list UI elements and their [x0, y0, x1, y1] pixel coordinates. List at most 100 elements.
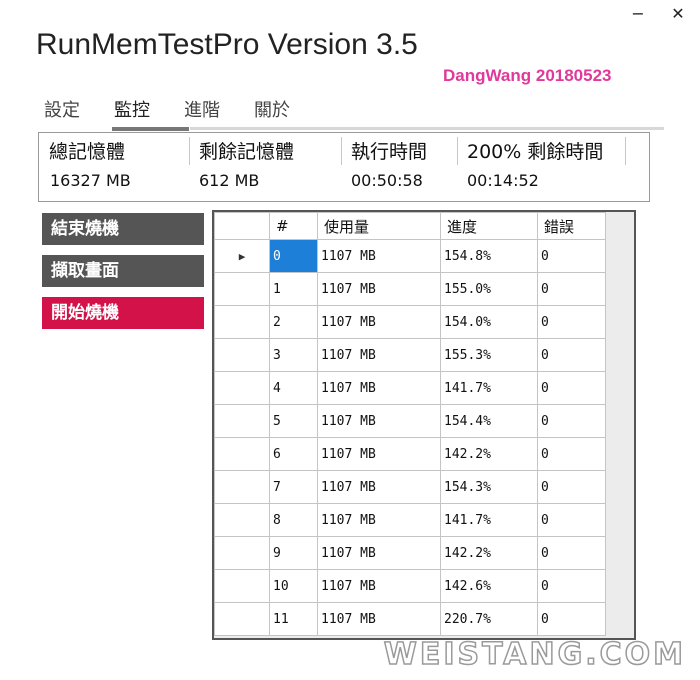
stats-panel: 總記憶體 16327 MB 剩餘記憶體 612 MB 執行時間 00:50:58… — [38, 132, 650, 202]
stat-separator — [341, 137, 342, 165]
cell-id[interactable]: 8 — [269, 503, 318, 537]
column-header-usage[interactable]: 使用量 — [317, 212, 441, 240]
app-window: − ✕ RunMemTestPro Version 3.5 DangWang 2… — [0, 0, 700, 680]
row-header[interactable] — [214, 602, 270, 636]
cell-id[interactable]: 7 — [269, 470, 318, 504]
row-header[interactable] — [214, 338, 270, 372]
row-header[interactable] — [214, 371, 270, 405]
capture-screen-button[interactable]: 擷取畫面 — [42, 255, 204, 287]
stat-free-memory-label: 剩餘記憶體 — [199, 141, 295, 163]
stat-elapsed-time-value: 00:50:58 — [351, 171, 423, 190]
cell-errors[interactable]: 0 — [537, 503, 606, 537]
cell-errors[interactable]: 0 — [537, 536, 606, 570]
table-row[interactable]: 1 1107 MB 155.0% 0 — [214, 272, 606, 306]
table-row[interactable]: 4 1107 MB 141.7% 0 — [214, 371, 606, 405]
column-header-id[interactable]: # — [269, 212, 318, 240]
cell-id[interactable]: 9 — [269, 536, 318, 570]
cell-id[interactable]: 11 — [269, 602, 318, 636]
tab-bar: 設定 監控 進階 關於 — [36, 94, 316, 128]
column-header-progress[interactable]: 進度 — [440, 212, 538, 240]
table-header-row: # 使用量 進度 錯誤 — [214, 212, 606, 240]
stat-remaining-time-label: 200% 剩餘時間 — [467, 141, 604, 163]
close-icon[interactable]: ✕ — [670, 4, 686, 23]
tab-advanced[interactable]: 進階 — [176, 94, 228, 128]
cell-usage[interactable]: 1107 MB — [317, 239, 441, 273]
row-header[interactable] — [214, 272, 270, 306]
cell-progress[interactable]: 141.7% — [440, 371, 538, 405]
cell-errors[interactable]: 0 — [537, 602, 606, 636]
table-row[interactable]: ▶ 0 1107 MB 154.8% 0 — [214, 239, 606, 273]
cell-progress[interactable]: 154.0% — [440, 305, 538, 339]
table-row[interactable]: 5 1107 MB 154.4% 0 — [214, 404, 606, 438]
cell-id[interactable]: 3 — [269, 338, 318, 372]
cell-usage[interactable]: 1107 MB — [317, 272, 441, 306]
cell-usage[interactable]: 1107 MB — [317, 536, 441, 570]
table-row[interactable]: 2 1107 MB 154.0% 0 — [214, 305, 606, 339]
stop-burn-button[interactable]: 結束燒機 — [42, 213, 204, 245]
cell-id[interactable]: 0 — [269, 239, 318, 273]
minimize-icon[interactable]: − — [630, 4, 646, 23]
table-row[interactable]: 10 1107 MB 142.6% 0 — [214, 569, 606, 603]
row-header[interactable] — [214, 470, 270, 504]
cell-progress[interactable]: 142.2% — [440, 437, 538, 471]
cell-usage[interactable]: 1107 MB — [317, 404, 441, 438]
cell-progress[interactable]: 142.2% — [440, 536, 538, 570]
cell-usage[interactable]: 1107 MB — [317, 371, 441, 405]
row-header[interactable] — [214, 437, 270, 471]
stat-elapsed-time-label: 執行時間 — [351, 141, 428, 163]
cell-usage[interactable]: 1107 MB — [317, 602, 441, 636]
table-row[interactable]: 3 1107 MB 155.3% 0 — [214, 338, 606, 372]
cell-id[interactable]: 6 — [269, 437, 318, 471]
author-label: DangWang 20180523 — [443, 66, 612, 85]
cell-id[interactable]: 2 — [269, 305, 318, 339]
table-row[interactable]: 9 1107 MB 142.2% 0 — [214, 536, 606, 570]
tab-monitor[interactable]: 監控 — [106, 94, 158, 128]
row-header[interactable] — [214, 503, 270, 537]
cell-usage[interactable]: 1107 MB — [317, 437, 441, 471]
cell-errors[interactable]: 0 — [537, 338, 606, 372]
cell-usage[interactable]: 1107 MB — [317, 470, 441, 504]
cell-progress[interactable]: 154.4% — [440, 404, 538, 438]
table-row[interactable]: 7 1107 MB 154.3% 0 — [214, 470, 606, 504]
cell-errors[interactable]: 0 — [537, 239, 606, 273]
cell-usage[interactable]: 1107 MB — [317, 305, 441, 339]
cell-id[interactable]: 4 — [269, 371, 318, 405]
current-row-arrow-icon[interactable]: ▶ — [214, 239, 270, 273]
cell-errors[interactable]: 0 — [537, 404, 606, 438]
cell-id[interactable]: 5 — [269, 404, 318, 438]
cell-progress[interactable]: 154.8% — [440, 239, 538, 273]
cell-progress[interactable]: 142.6% — [440, 569, 538, 603]
app-title: RunMemTestPro Version 3.5 — [36, 28, 418, 61]
table-row[interactable]: 6 1107 MB 142.2% 0 — [214, 437, 606, 471]
watermark: WEISTANG.COM — [383, 636, 686, 673]
cell-usage[interactable]: 1107 MB — [317, 503, 441, 537]
cell-errors[interactable]: 0 — [537, 305, 606, 339]
cell-progress[interactable]: 155.0% — [440, 272, 538, 306]
stat-total-memory-label: 總記憶體 — [49, 141, 126, 163]
cell-errors[interactable]: 0 — [537, 569, 606, 603]
results-grid[interactable]: # 使用量 進度 錯誤 ▶ 0 1107 MB 154.8% 0 1 1107 MB 155.… — [212, 210, 636, 640]
cell-errors[interactable]: 0 — [537, 470, 606, 504]
cell-usage[interactable]: 1107 MB — [317, 338, 441, 372]
tab-about[interactable]: 關於 — [246, 94, 298, 128]
row-header[interactable] — [214, 569, 270, 603]
cell-progress[interactable]: 154.3% — [440, 470, 538, 504]
cell-progress[interactable]: 155.3% — [440, 338, 538, 372]
cell-id[interactable]: 1 — [269, 272, 318, 306]
cell-errors[interactable]: 0 — [537, 371, 606, 405]
row-header[interactable] — [214, 305, 270, 339]
cell-errors[interactable]: 0 — [537, 272, 606, 306]
table-row[interactable]: 11 1107 MB 220.7% 0 — [214, 602, 606, 636]
cell-progress[interactable]: 220.7% — [440, 602, 538, 636]
results-table: # 使用量 進度 錯誤 ▶ 0 1107 MB 154.8% 0 1 1107 MB 155.… — [214, 212, 606, 636]
row-header[interactable] — [214, 536, 270, 570]
row-header[interactable] — [214, 404, 270, 438]
tab-settings[interactable]: 設定 — [36, 94, 88, 128]
start-burn-button[interactable]: 開始燒機 — [42, 297, 204, 329]
column-header-errors[interactable]: 錯誤 — [537, 212, 606, 240]
table-row[interactable]: 8 1107 MB 141.7% 0 — [214, 503, 606, 537]
cell-progress[interactable]: 141.7% — [440, 503, 538, 537]
cell-id[interactable]: 10 — [269, 569, 318, 603]
cell-errors[interactable]: 0 — [537, 437, 606, 471]
cell-usage[interactable]: 1107 MB — [317, 569, 441, 603]
